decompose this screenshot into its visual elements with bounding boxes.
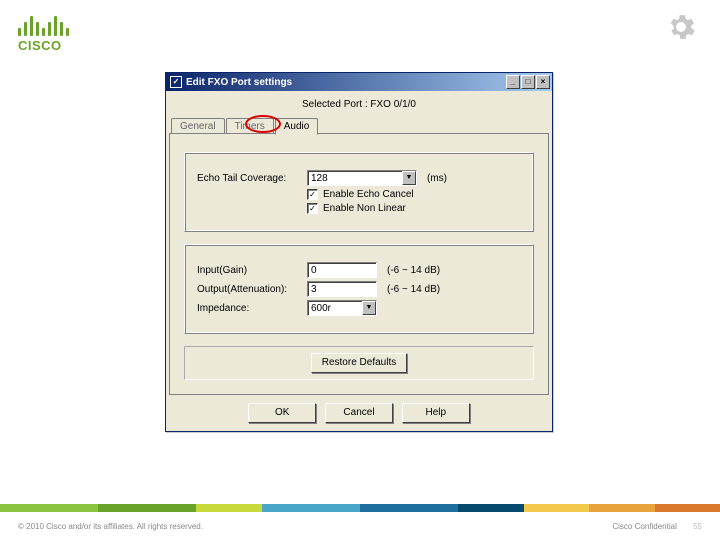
window-title: Edit FXO Port settings [186,77,505,88]
cisco-logo-bars [18,14,69,36]
chevron-down-icon: ▼ [362,301,376,315]
cancel-button[interactable]: Cancel [325,403,393,423]
echo-groupbox: Echo Tail Coverage: 128 ▼ (ms) ✓ Enable … [184,152,534,232]
copyright-text: © 2010 Cisco and/or its affiliates. All … [18,522,203,531]
tab-strip: General Timers Audio [169,118,549,134]
ok-button[interactable]: OK [248,403,316,423]
highlight-circle [245,115,281,133]
tab-audio[interactable]: Audio [275,118,319,135]
enable-non-linear-checkbox[interactable]: ✓ [307,203,318,214]
enable-echo-cancel-label: Enable Echo Cancel [323,189,414,200]
enable-non-linear-label: Enable Non Linear [323,203,406,214]
tab-panel-audio: Echo Tail Coverage: 128 ▼ (ms) ✓ Enable … [169,133,549,395]
restore-box: Restore Defaults [184,346,534,380]
titlebar[interactable]: ✓ Edit FXO Port settings _ □ × [166,73,552,91]
app-icon: ✓ [170,76,182,88]
input-gain-field[interactable] [307,262,377,278]
minimize-button[interactable]: _ [506,75,520,89]
help-button[interactable]: Help [402,403,470,423]
cisco-logo-text: CISCO [18,38,69,53]
impedance-label: Impedance: [197,303,307,314]
maximize-button[interactable]: □ [521,75,535,89]
page-number: 55 [693,522,702,531]
edit-fxo-port-dialog: ✓ Edit FXO Port settings _ □ × Selected … [165,72,553,432]
footer-color-bar [0,504,720,512]
echo-tail-select[interactable]: 128 ▼ [307,170,417,186]
tab-general[interactable]: General [171,118,225,134]
echo-tail-unit: (ms) [427,173,447,184]
restore-defaults-button[interactable]: Restore Defaults [311,353,407,373]
output-attenuation-label: Output(Attenuation): [197,284,307,295]
selected-port-label: Selected Port : FXO 0/1/0 [169,99,549,110]
selected-port-value: FXO 0/1/0 [370,99,416,110]
output-attenuation-field[interactable] [307,281,377,297]
confidential-text: Cisco Confidential [612,522,676,531]
output-attenuation-range: (-6 ~ 14 dB) [387,284,440,295]
echo-tail-label: Echo Tail Coverage: [197,173,307,184]
cisco-logo: CISCO [18,14,69,53]
input-gain-range: (-6 ~ 14 dB) [387,265,440,276]
input-gain-label: Input(Gain) [197,265,307,276]
impedance-select[interactable]: 600r ▼ [307,300,377,316]
footer: © 2010 Cisco and/or its affiliates. All … [0,512,720,540]
gear-icon [664,10,698,44]
close-button[interactable]: × [536,75,550,89]
gain-groupbox: Input(Gain) (-6 ~ 14 dB) Output(Attenuat… [184,244,534,334]
chevron-down-icon: ▼ [402,171,416,185]
enable-echo-cancel-checkbox[interactable]: ✓ [307,189,318,200]
